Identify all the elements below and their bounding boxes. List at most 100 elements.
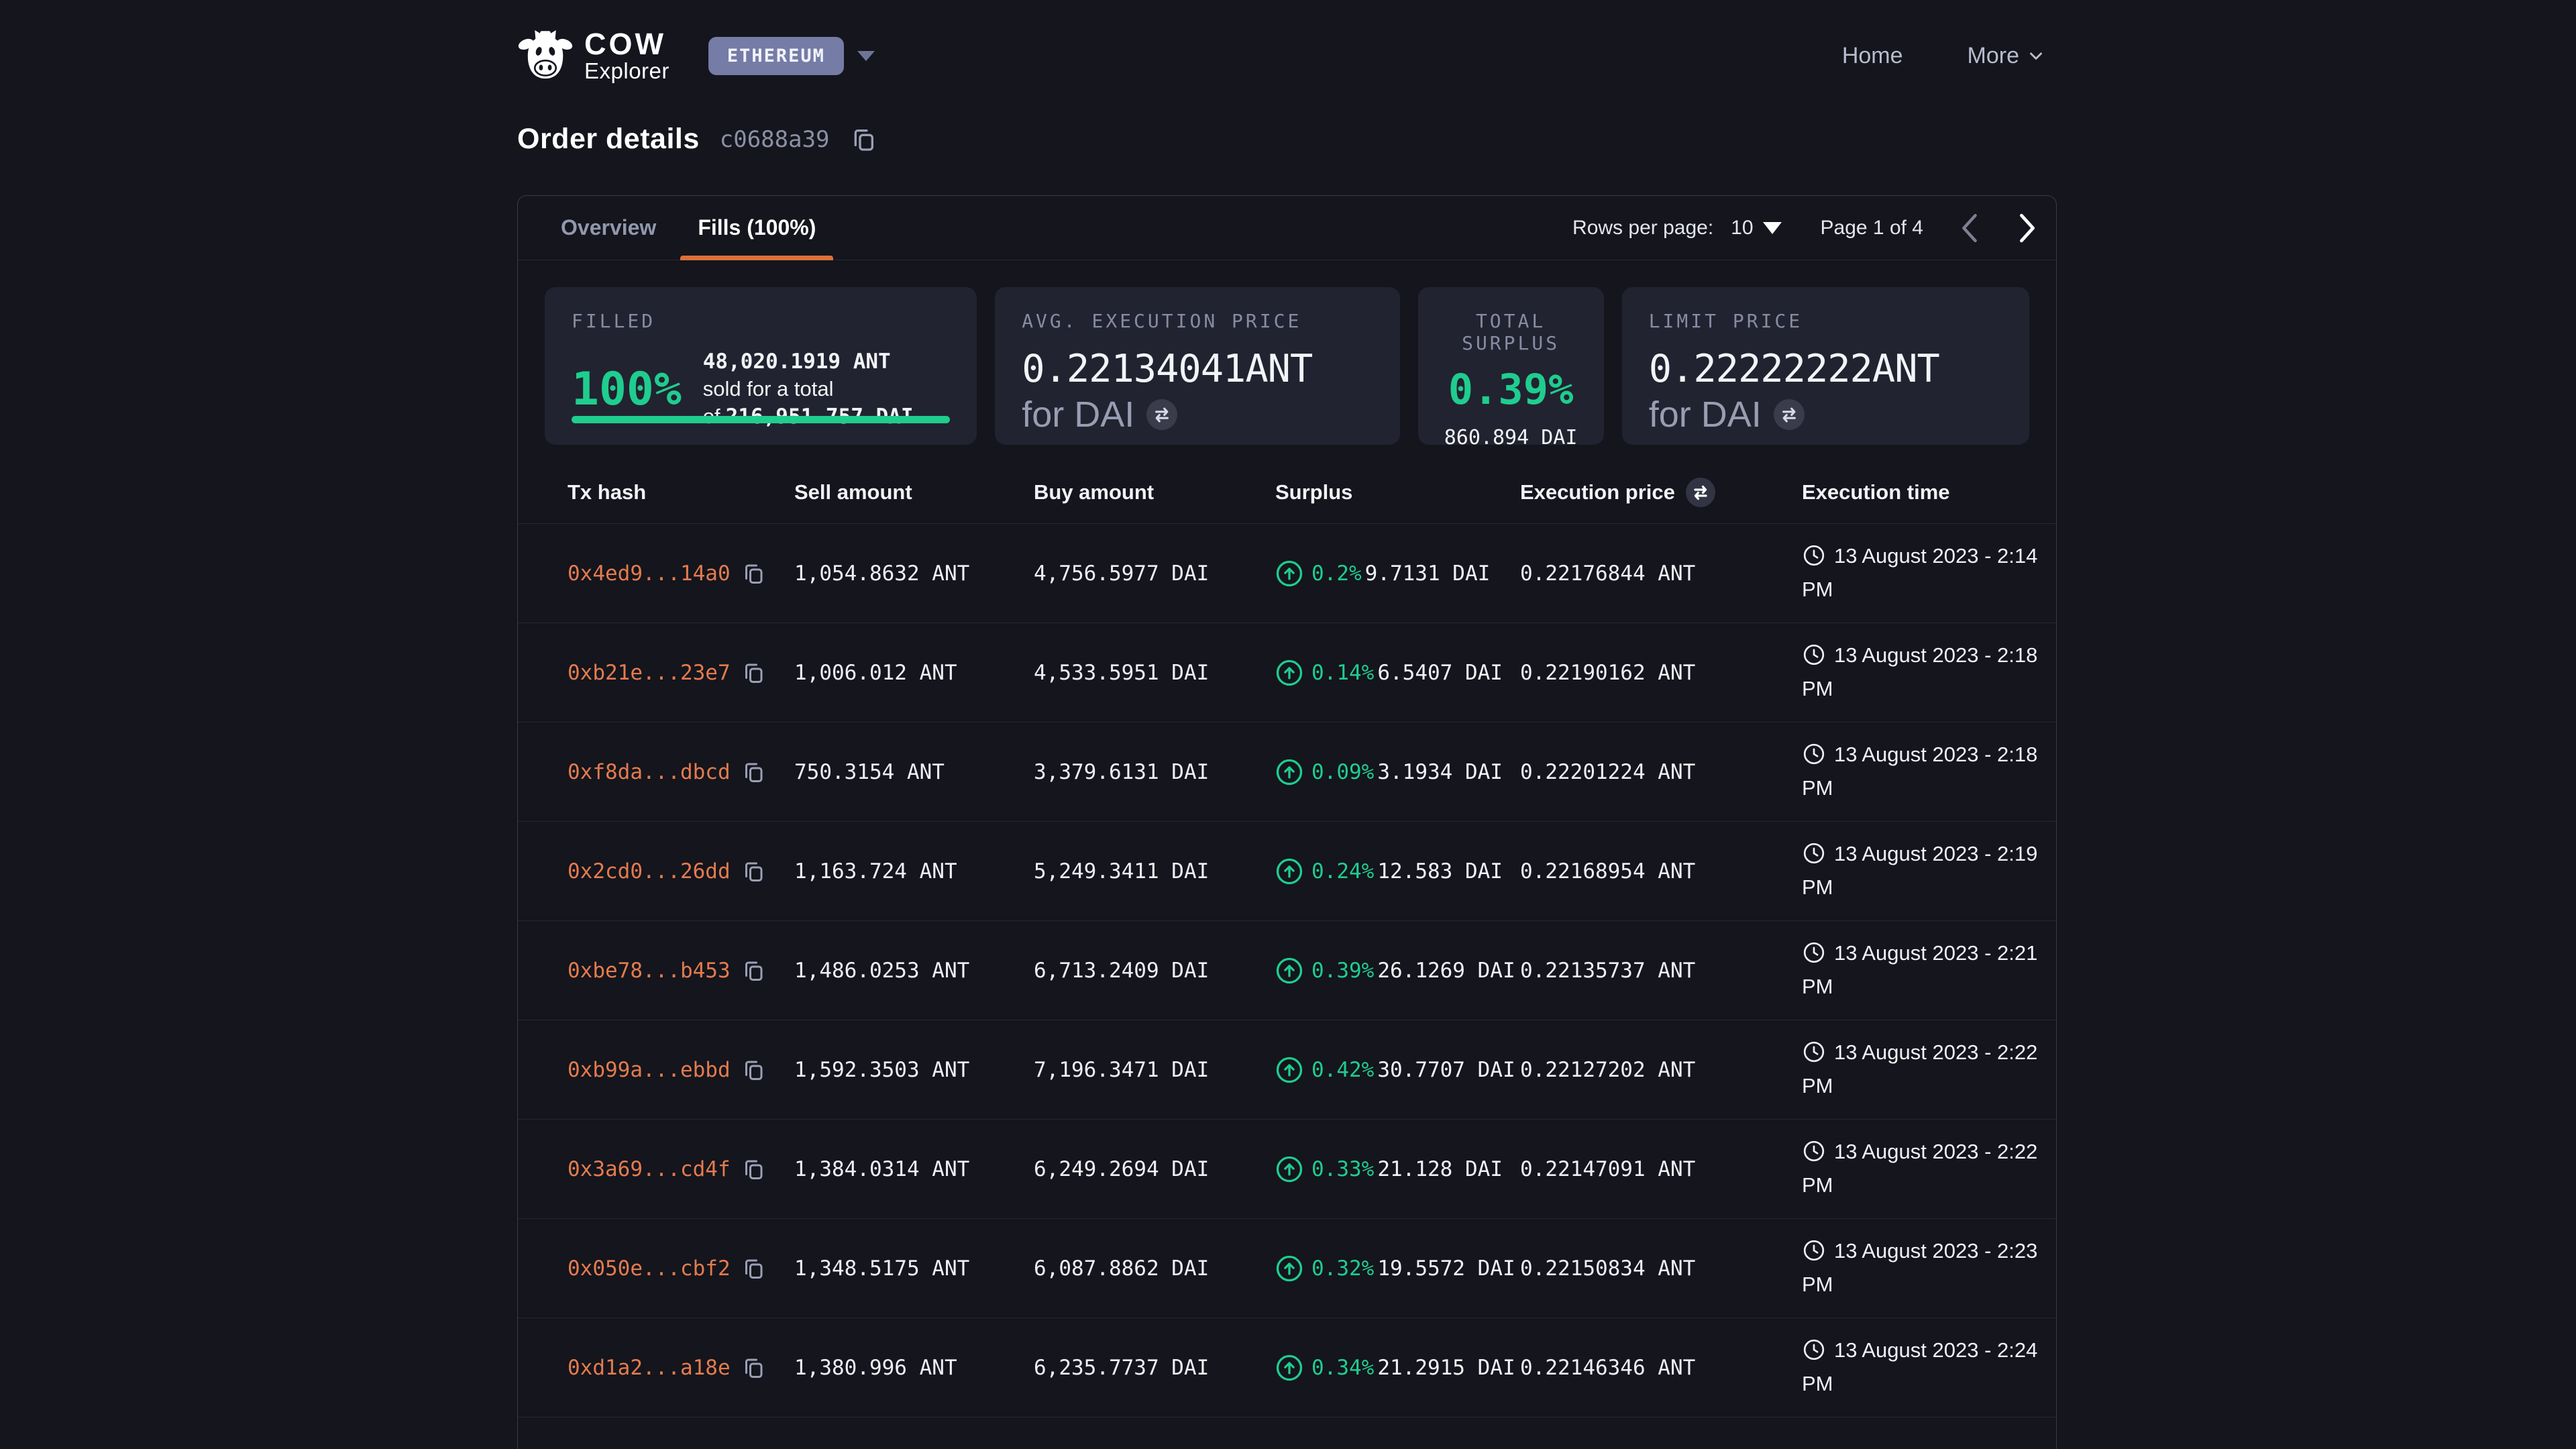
surplus-cell: 0.09%3.1934 DAI xyxy=(1275,758,1520,786)
surplus-cell: 0.24%12.583 DAI xyxy=(1275,857,1520,885)
order-panel: Overview Fills (100%) Rows per page: 10 … xyxy=(517,195,2057,1449)
clock-icon xyxy=(1802,1238,1826,1271)
tab-fills[interactable]: Fills (100%) xyxy=(680,196,833,260)
tx-hash-link[interactable]: 0xb99a...ebbd xyxy=(568,1058,731,1082)
tx-hash-link[interactable]: 0x2cd0...26dd xyxy=(568,859,731,883)
chevron-right-icon xyxy=(2016,212,2039,244)
buy-amount: 7,196.3471 DAI xyxy=(1034,1058,1275,1082)
surplus-percent: 0.39% xyxy=(1311,959,1374,983)
sell-amount: 1,163.724 ANT xyxy=(794,859,1034,883)
surplus-percent: 0.42% xyxy=(1311,1058,1374,1082)
copy-icon[interactable] xyxy=(741,1356,765,1380)
execution-price: 0.22127202 ANT xyxy=(1520,1058,1802,1082)
clock-icon xyxy=(1802,1040,1826,1072)
fills-table: Tx hash Sell amount Buy amount Surplus E… xyxy=(518,462,2056,1449)
tx-hash-link[interactable]: 0x050e...cbf2 xyxy=(568,1256,731,1281)
execution-time: 13 August 2023 - 2:21 PM xyxy=(1802,939,2058,1002)
summary-cards: FILLED 100% 48,020.1919 ANT sold for a t… xyxy=(518,260,2056,462)
tx-hash-link[interactable]: 0xb21e...23e7 xyxy=(568,661,731,685)
execution-price: 0.22176844 ANT xyxy=(1520,561,1802,586)
surplus-amount: 9.7131 DAI xyxy=(1365,561,1491,586)
limit-price-unit: for DAI xyxy=(1649,394,1762,435)
buy-amount: 6,087.8862 DAI xyxy=(1034,1256,1275,1281)
swap-direction-icon[interactable] xyxy=(1686,478,1715,507)
copy-icon[interactable] xyxy=(741,661,765,685)
sell-amount: 1,006.012 ANT xyxy=(794,661,1034,685)
surplus-amount: 26.1269 DAI xyxy=(1377,959,1515,983)
sell-amount: 1,486.0253 ANT xyxy=(794,959,1034,983)
arrow-up-circle-icon xyxy=(1275,1254,1303,1283)
surplus-percent: 0.09% xyxy=(1311,760,1374,784)
sell-amount: 1,380.996 ANT xyxy=(794,1356,1034,1380)
filled-card: FILLED 100% 48,020.1919 ANT sold for a t… xyxy=(545,287,977,445)
copy-icon[interactable] xyxy=(741,1256,765,1281)
copy-icon[interactable] xyxy=(741,561,765,586)
copy-icon[interactable] xyxy=(741,859,765,883)
total-surplus-label: TOTAL SURPLUS xyxy=(1428,310,1595,354)
page-header: Order details c0688a39 xyxy=(517,123,877,156)
tx-hash-link[interactable]: 0x3a69...cd4f xyxy=(568,1157,731,1181)
execution-price: 0.22147091 ANT xyxy=(1520,1157,1802,1181)
tab-overview[interactable]: Overview xyxy=(543,196,674,260)
rows-per-page-label: Rows per page: xyxy=(1572,217,1713,239)
logo-title: COW xyxy=(584,29,669,59)
copy-icon[interactable] xyxy=(850,126,877,153)
next-page-button[interactable] xyxy=(2016,212,2039,244)
copy-icon[interactable] xyxy=(741,760,765,784)
limit-price-value: 0.22222222ANT xyxy=(1649,347,2002,391)
tx-hash-link[interactable]: 0xbe78...b453 xyxy=(568,959,731,983)
buy-amount: 6,235.7737 DAI xyxy=(1034,1356,1275,1380)
network-selector[interactable]: ETHEREUM xyxy=(708,37,875,75)
column-execution-price: Execution price xyxy=(1520,478,1802,507)
buy-amount: 4,756.5977 DAI xyxy=(1034,561,1275,586)
sell-amount: 1,348.5175 ANT xyxy=(794,1256,1034,1281)
copy-icon[interactable] xyxy=(741,959,765,983)
arrow-up-circle-icon xyxy=(1275,758,1303,786)
filled-amount: 48,020.1919 ANT xyxy=(703,348,950,376)
sell-amount: 750.3154 ANT xyxy=(794,760,1034,784)
nav-more[interactable]: More xyxy=(1968,43,2046,69)
clock-icon xyxy=(1802,941,1826,973)
table-row: 0x050e...cbf2 1,348.5175 ANT6,087.8862 DA… xyxy=(518,1218,2056,1318)
execution-time: 13 August 2023 - 2:24 PM xyxy=(1802,1336,2058,1399)
page-status: Page 1 of 4 xyxy=(1821,217,1923,239)
clock-icon xyxy=(1802,742,1826,774)
swap-direction-icon[interactable] xyxy=(1774,399,1805,430)
filled-percent: 100% xyxy=(572,363,682,416)
execution-time: 13 August 2023 - 2:22 PM xyxy=(1802,1038,2058,1101)
arrow-up-circle-icon xyxy=(1275,659,1303,687)
execution-price: 0.22146346 ANT xyxy=(1520,1356,1802,1380)
tx-hash-link[interactable]: 0x4ed9...14a0 xyxy=(568,561,731,586)
surplus-cell: 0.2%9.7131 DAI xyxy=(1275,559,1520,588)
nav-home[interactable]: Home xyxy=(1842,43,1903,69)
swap-direction-icon[interactable] xyxy=(1146,399,1177,430)
chevron-down-icon xyxy=(2026,46,2046,66)
previous-page-button[interactable] xyxy=(1958,212,1981,244)
tab-bar: Overview Fills (100%) Rows per page: 10 … xyxy=(518,196,2056,260)
sell-amount: 1,054.8632 ANT xyxy=(794,561,1034,586)
buy-amount: 6,713.2409 DAI xyxy=(1034,959,1275,983)
rows-per-page-select[interactable]: 10 xyxy=(1731,217,1781,239)
pagination-controls: Rows per page: 10 Page 1 of 4 xyxy=(1572,196,2039,260)
copy-icon[interactable] xyxy=(741,1058,765,1082)
surplus-amount: 21.128 DAI xyxy=(1377,1157,1503,1181)
execution-price: 0.22150834 ANT xyxy=(1520,1256,1802,1281)
buy-amount: 3,379.6131 DAI xyxy=(1034,760,1275,784)
surplus-amount: 30.7707 DAI xyxy=(1377,1058,1515,1082)
tx-hash-link[interactable]: 0xf8da...dbcd xyxy=(568,760,731,784)
surplus-amount: 12.583 DAI xyxy=(1377,859,1503,883)
total-surplus-amount: 860.894 DAI xyxy=(1428,426,1595,449)
execution-time: 13 August 2023 - 2:23 PM xyxy=(1802,1237,2058,1299)
table-body: 0x4ed9...14a0 1,054.8632 ANT4,756.5977 DA… xyxy=(518,523,2056,1417)
tx-hash-link[interactable]: 0xd1a2...a18e xyxy=(568,1356,731,1380)
arrow-up-circle-icon xyxy=(1275,1155,1303,1183)
cow-explorer-logo[interactable]: COW Explorer xyxy=(517,29,669,83)
filled-label: FILLED xyxy=(572,310,950,332)
execution-price: 0.22135737 ANT xyxy=(1520,959,1802,983)
network-badge[interactable]: ETHEREUM xyxy=(708,37,844,75)
surplus-percent: 0.2% xyxy=(1311,561,1362,586)
total-surplus-percent: 0.39% xyxy=(1428,365,1595,414)
table-row: 0xd1a2...a18e 1,380.996 ANT6,235.7737 DAI… xyxy=(518,1318,2056,1417)
total-surplus-card: TOTAL SURPLUS 0.39% 860.894 DAI xyxy=(1418,287,1604,445)
copy-icon[interactable] xyxy=(741,1157,765,1181)
